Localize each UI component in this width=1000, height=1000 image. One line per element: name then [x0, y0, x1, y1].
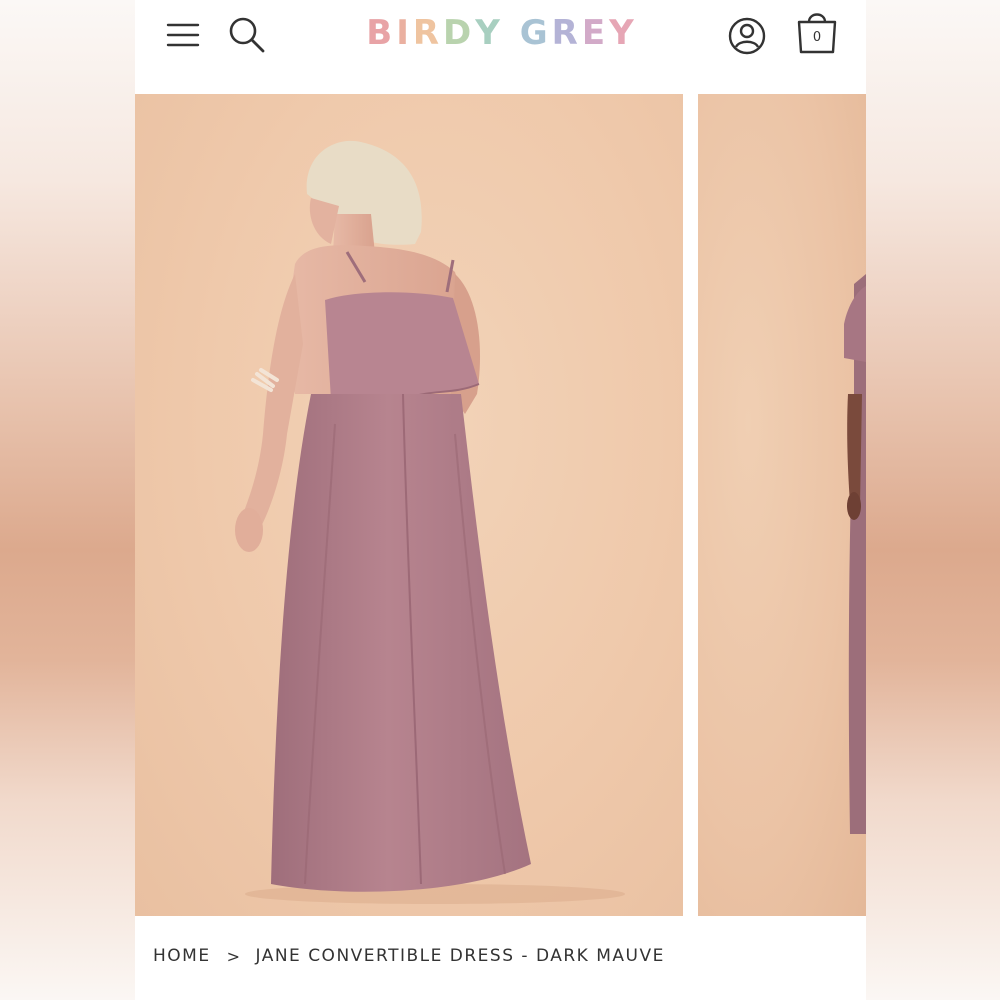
- breadcrumb-separator: >: [226, 946, 242, 966]
- logo-letter: [504, 13, 520, 53]
- hamburger-icon: [166, 23, 200, 47]
- menu-button[interactable]: [163, 17, 203, 53]
- logo-letter: E: [581, 13, 610, 53]
- next-model-illustration: [844, 274, 866, 834]
- mobile-screen: BIRDY GREY 0 HOME > JANE CONVERTIBLE DRE…: [135, 0, 866, 1000]
- search-button[interactable]: [227, 15, 267, 55]
- cart-count: 0: [812, 30, 822, 45]
- logo-letter: I: [396, 13, 413, 53]
- product-image-back-view[interactable]: [135, 94, 683, 916]
- breadcrumb: HOME > JANE CONVERTIBLE DRESS - DARK MAU…: [153, 946, 665, 966]
- logo-letter: R: [551, 13, 582, 53]
- model-in-dress-illustration: [235, 140, 625, 904]
- logo-letter: Y: [475, 13, 504, 53]
- breadcrumb-current-page: JANE CONVERTIBLE DRESS - DARK MAUVE: [255, 946, 665, 966]
- search-icon: [229, 17, 265, 53]
- logo-letter: R: [412, 13, 444, 53]
- logo-letter: Y: [609, 13, 638, 53]
- account-button[interactable]: [725, 14, 769, 58]
- site-header: BIRDY GREY 0: [135, 0, 866, 94]
- account-icon: [728, 17, 766, 55]
- breadcrumb-home-link[interactable]: HOME: [153, 946, 211, 966]
- logo-letter: G: [519, 13, 552, 53]
- logo-letter: D: [443, 13, 476, 53]
- product-image-gallery[interactable]: [135, 94, 866, 916]
- logo-letter: B: [366, 13, 397, 53]
- birdy-grey-logo[interactable]: BIRDY GREY: [366, 8, 633, 58]
- product-image-next-preview[interactable]: [698, 94, 866, 916]
- cart-button[interactable]: 0: [793, 8, 841, 58]
